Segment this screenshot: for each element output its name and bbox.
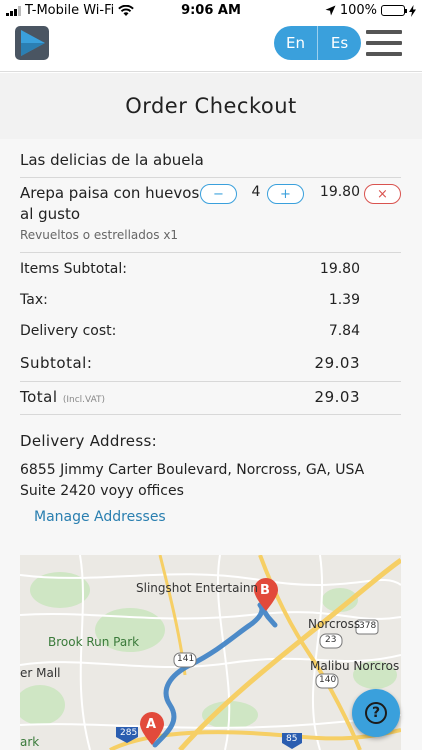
total-vat-note: (Incl.VAT) — [62, 395, 106, 405]
address-line-2: Suite 2420 voyy offices — [20, 483, 184, 499]
map-label-brook-run-park: Brook Run Park — [48, 635, 140, 649]
divider — [20, 414, 401, 415]
item-price: 19.80 — [319, 184, 360, 200]
marker-b-label: B — [260, 583, 270, 598]
page-title: Order Checkout — [125, 94, 297, 118]
status-bar: T-Mobile Wi-Fi 9:06 AM 100% — [0, 0, 422, 22]
route-shield-23: 23 — [325, 635, 337, 645]
total-value: 29.03 — [314, 388, 360, 406]
decrease-quantity-button[interactable]: − — [200, 184, 237, 204]
divider — [20, 381, 401, 382]
location-arrow-icon — [325, 5, 336, 16]
address-line-1: 6855 Jimmy Carter Boulevard, Norcross, G… — [20, 462, 365, 478]
map-label-malibu: Malibu Norcros — [310, 659, 400, 673]
marker-a-label: A — [146, 717, 157, 732]
lang-es-button[interactable]: Es — [317, 26, 361, 60]
remove-item-button[interactable]: × — [364, 184, 401, 204]
help-icon: ? — [365, 702, 387, 724]
items-subtotal-label: Items Subtotal: — [20, 261, 127, 277]
delivery-cost-value: 7.84 — [328, 323, 360, 339]
tax-value: 1.39 — [328, 292, 360, 308]
restaurant-name: Las delicias de la abuela — [20, 151, 204, 169]
route-shield-141: 141 — [177, 654, 195, 664]
map-label-norcross: Norcross — [308, 617, 361, 631]
subtotal-label: Subtotal: — [20, 354, 93, 372]
map-label-mall: er Mall — [20, 666, 61, 680]
map-label-park: ark — [20, 735, 40, 749]
app-header: En Es — [0, 22, 422, 72]
help-button[interactable]: ? — [352, 689, 400, 737]
route-shield-85: 85 — [286, 734, 298, 744]
charging-icon — [409, 4, 416, 17]
item-name: Arepa paisa con huevos al gusto — [20, 184, 200, 223]
map-label-slingshot: Slingshot Entertainn — [136, 581, 259, 595]
route-shield-285: 285 — [120, 728, 138, 738]
subtotal-value: 29.03 — [314, 354, 360, 372]
lang-en-button[interactable]: En — [274, 26, 317, 60]
route-shield-140: 140 — [319, 675, 337, 685]
manage-addresses-link[interactable]: Manage Addresses — [34, 509, 166, 525]
total-label-group: Total (Incl.VAT) — [20, 388, 105, 406]
title-bar: Order Checkout — [0, 73, 422, 139]
checkout-content: Las delicias de la abuela Arepa paisa co… — [0, 139, 422, 750]
divider — [20, 252, 401, 253]
delivery-route-map[interactable]: Slingshot Entertainn Norcross Brook Run … — [20, 555, 401, 750]
items-subtotal-value: 19.80 — [319, 261, 360, 277]
hamburger-menu-icon[interactable] — [366, 30, 402, 56]
app-logo-icon[interactable] — [15, 26, 49, 60]
increase-quantity-button[interactable]: + — [267, 184, 304, 204]
tax-label: Tax: — [20, 292, 48, 308]
total-label: Total — [20, 388, 58, 406]
status-right: 100% — [325, 3, 416, 18]
item-quantity: 4 — [251, 184, 261, 200]
language-toggle: En Es — [274, 26, 361, 60]
delivery-address-heading: Delivery Address: — [20, 432, 157, 450]
delivery-cost-label: Delivery cost: — [20, 323, 117, 339]
divider — [20, 177, 401, 178]
route-shield-378: 378 — [359, 621, 377, 631]
battery-percent: 100% — [339, 3, 377, 18]
item-description: Revueltos o estrellados x1 — [20, 228, 179, 242]
battery-icon — [381, 5, 407, 16]
